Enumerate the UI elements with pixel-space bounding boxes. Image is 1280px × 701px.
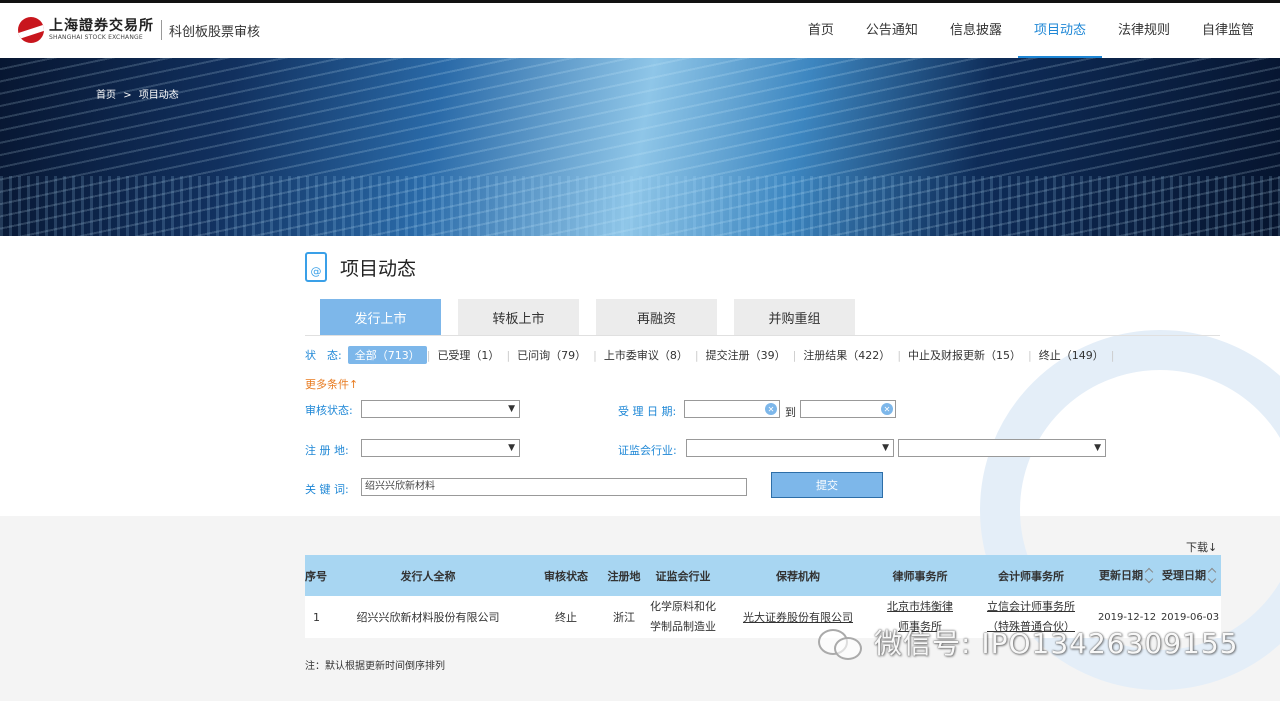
- th-issuer: 发行人全称: [400, 569, 456, 583]
- nav-rules[interactable]: 法律规则: [1102, 3, 1186, 58]
- th-index: 序号: [305, 569, 327, 583]
- sort-note: 注：默认根据更新时间倒序排列: [305, 661, 445, 672]
- sort-icon[interactable]: [1208, 568, 1218, 584]
- nav-self-regulation[interactable]: 自律监管: [1186, 3, 1270, 58]
- chevron-down-icon: ▼: [508, 443, 515, 453]
- cell-industry: 化学原料和化学制品制造业: [650, 600, 716, 633]
- status-submitted-registration[interactable]: 提交注册（39）: [699, 346, 793, 364]
- breadcrumb-current: 项目动态: [138, 90, 179, 101]
- cell-accepted: 2019-06-03: [1160, 611, 1220, 623]
- wechat-watermark: 微信号: IPO13426309155: [818, 622, 1238, 662]
- logo[interactable]: 上海證券交易所 SHANGHAI STOCK EXCHANGE 科创板股票审核: [18, 17, 260, 43]
- th-law-firm: 律师事务所: [892, 569, 948, 583]
- nav-announcements[interactable]: 公告通知: [850, 3, 934, 58]
- status-divider: |: [1110, 348, 1115, 362]
- th-updated: 更新日期: [1099, 569, 1143, 582]
- tab-refinancing[interactable]: 再融资: [596, 299, 717, 335]
- clear-icon[interactable]: ✕: [765, 403, 777, 415]
- review-status-select[interactable]: ▼: [361, 400, 520, 418]
- th-accepted: 受理日期: [1162, 569, 1206, 582]
- wechat-icon: [818, 627, 864, 660]
- reg-place-select[interactable]: ▼: [361, 439, 520, 457]
- keyword-label: 关 键 词:: [305, 483, 349, 496]
- th-industry: 证监会行业: [655, 569, 711, 583]
- cell-index: 1: [313, 610, 320, 624]
- th-updated-sort[interactable]: 更新日期: [1095, 567, 1159, 584]
- logo-cn-text: 上海證券交易所: [49, 18, 154, 34]
- status-registration-result[interactable]: 注册结果（422）: [796, 346, 897, 364]
- page-title: @ 项目动态: [305, 252, 416, 282]
- hero-banner: 首页 > 项目动态: [0, 58, 1280, 236]
- nav-project-dynamics[interactable]: 项目动态: [1017, 3, 1102, 59]
- th-place: 注册地: [607, 569, 641, 583]
- sort-icon[interactable]: [1145, 568, 1155, 584]
- status-listing-committee[interactable]: 上市委审议（8）: [597, 346, 695, 364]
- tab-ipo[interactable]: 发行上市: [320, 299, 441, 335]
- top-bar: 上海證券交易所 SHANGHAI STOCK EXCHANGE 科创板股票审核 …: [0, 0, 1280, 59]
- tab-mergers[interactable]: 并购重组: [734, 299, 855, 335]
- logo-divider: [161, 20, 162, 40]
- keyword-input[interactable]: 绍兴兴欣新材料: [361, 478, 747, 496]
- reg-place-label: 注 册 地:: [305, 444, 349, 457]
- logo-en-text: SHANGHAI STOCK EXCHANGE: [49, 34, 143, 41]
- breadcrumb-home[interactable]: 首页: [96, 90, 116, 101]
- status-label: 状 态:: [305, 349, 342, 362]
- status-suspended[interactable]: 中止及财报更新（15）: [901, 346, 1028, 364]
- status-inquired[interactable]: 已问询（79）: [510, 346, 593, 364]
- tab-transfer[interactable]: 转板上市: [458, 299, 579, 335]
- cell-place: 浙江: [613, 611, 635, 624]
- more-conditions-link[interactable]: 更多条件↑: [305, 376, 358, 392]
- breadcrumb-separator: >: [123, 90, 132, 101]
- th-status: 审核状态: [544, 569, 588, 583]
- industry-label: 证监会行业:: [618, 444, 677, 457]
- status-filter: 状 态: 全部（713） | 已受理（1） | 已问询（79） | 上市委审议（…: [305, 346, 1114, 364]
- tabs-underline: [305, 335, 1220, 336]
- industry-sub-select[interactable]: ▼: [898, 439, 1106, 457]
- sse-logo-icon: [18, 17, 44, 43]
- status-all[interactable]: 全部（713）: [347, 346, 427, 364]
- status-terminated[interactable]: 终止（149）: [1032, 346, 1111, 364]
- cell-issuer[interactable]: 绍兴兴欣新材料股份有限公司: [329, 609, 527, 625]
- th-sponsor: 保荐机构: [776, 569, 820, 583]
- breadcrumb: 首页 > 项目动态: [96, 86, 183, 101]
- cell-updated: 2019-12-12: [1097, 611, 1157, 623]
- status-accepted[interactable]: 已受理（1）: [430, 346, 506, 364]
- chevron-down-icon: ▼: [882, 443, 889, 453]
- submit-button[interactable]: 提交: [771, 472, 883, 498]
- date-to-label: 到: [785, 406, 796, 419]
- cell-status: 终止: [555, 611, 577, 624]
- accept-date-start-input[interactable]: ✕: [684, 400, 780, 418]
- industry-select[interactable]: ▼: [686, 439, 894, 457]
- document-at-icon: @: [305, 252, 327, 282]
- accept-date-end-input[interactable]: ✕: [800, 400, 896, 418]
- review-status-label: 审核状态:: [305, 404, 353, 417]
- logo-subtitle: 科创板股票审核: [169, 24, 261, 40]
- table-header: 序号 发行人全称 审核状态 注册地 证监会行业 保荐机构 律师事务所 会计师事务…: [305, 555, 1221, 596]
- th-accounting: 会计师事务所: [998, 569, 1064, 583]
- accept-date-label: 受 理 日 期:: [618, 405, 677, 418]
- category-tabs: 发行上市 转板上市 再融资 并购重组: [320, 299, 872, 335]
- th-accepted-sort[interactable]: 受理日期: [1159, 567, 1221, 584]
- nav-disclosure[interactable]: 信息披露: [934, 3, 1018, 58]
- nav-home[interactable]: 首页: [792, 3, 850, 58]
- clear-icon[interactable]: ✕: [881, 403, 893, 415]
- chevron-down-icon: ▼: [1094, 443, 1101, 453]
- page-title-text: 项目动态: [340, 257, 417, 280]
- download-link[interactable]: 下载↓: [1186, 539, 1217, 555]
- watermark-text: 微信号: IPO13426309155: [874, 627, 1239, 660]
- chevron-down-icon: ▼: [508, 404, 515, 414]
- main-nav: 首页 公告通知 信息披露 项目动态 法律规则 自律监管: [792, 3, 1270, 59]
